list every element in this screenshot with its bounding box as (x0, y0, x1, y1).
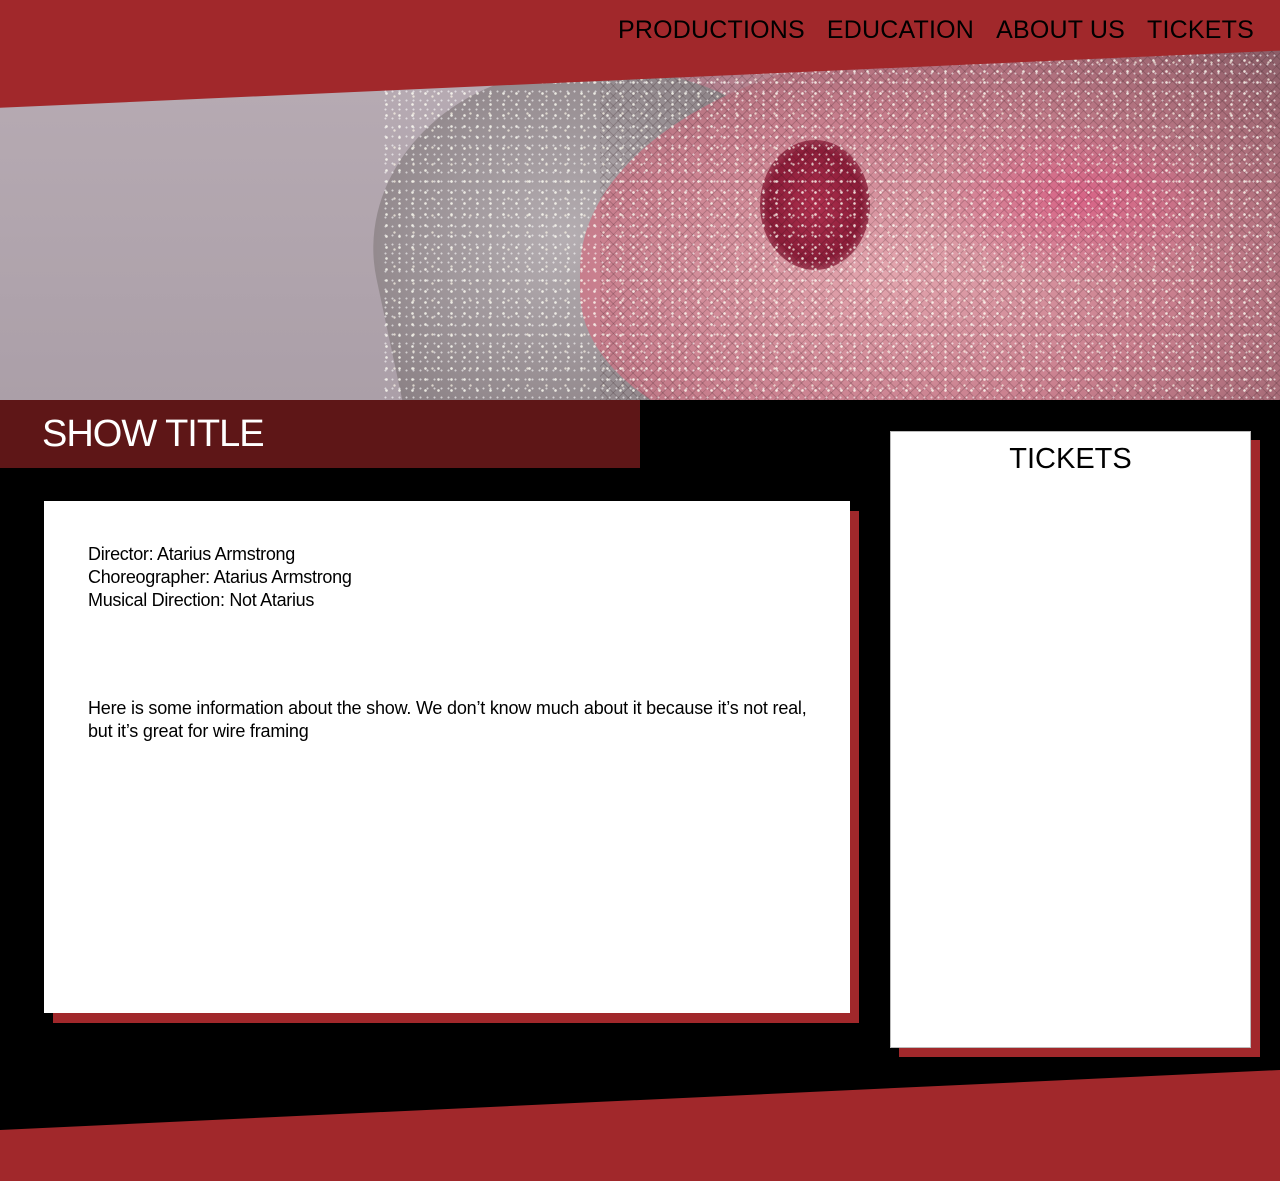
nav-item-education[interactable]: EDUCATION (827, 14, 974, 46)
page-title: SHOW TITLE (42, 413, 265, 455)
nav-item-tickets[interactable]: TICKETS (1147, 14, 1254, 46)
credit-director: Director: Atarius Armstrong (88, 544, 295, 564)
footer-band (0, 1070, 1280, 1181)
main-nav: PRODUCTIONS EDUCATION ABOUT US TICKETS (618, 14, 1254, 46)
nav-item-about-us[interactable]: ABOUT US (996, 14, 1125, 46)
show-info-card: Director: Atarius Armstrong Choreographe… (44, 501, 850, 1013)
show-description: Here is some information about the show.… (88, 698, 807, 741)
tickets-heading: TICKETS (1009, 443, 1132, 475)
credit-choreographer: Choreographer: Atarius Armstrong (88, 567, 352, 587)
nav-item-productions[interactable]: PRODUCTIONS (618, 14, 805, 46)
credit-musical-direction: Musical Direction: Not Atarius (88, 590, 315, 610)
credits-list: Director: Atarius Armstrong Choreographe… (88, 543, 352, 612)
tickets-panel: TICKETS (890, 431, 1251, 1048)
title-bar: SHOW TITLE (0, 400, 640, 468)
